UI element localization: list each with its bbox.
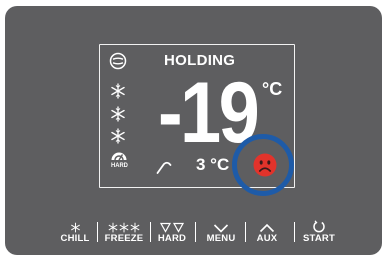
snowflake-icon: [111, 106, 125, 122]
chevron-down-icon: [213, 224, 229, 233]
start-label: START: [303, 233, 335, 244]
compressor-icon: [109, 52, 127, 70]
power-icon: [313, 220, 325, 233]
aux-label: AUX: [256, 233, 278, 244]
main-temperature-unit: °C: [262, 79, 283, 99]
triple-snowflake-icon: [108, 222, 140, 233]
freeze-button[interactable]: FREEZE: [101, 216, 147, 244]
menu-label: MENU: [206, 233, 236, 244]
separator: [150, 222, 152, 242]
start-button[interactable]: START: [298, 216, 340, 244]
chevron-up-icon: [259, 223, 275, 233]
hard-mode-label: HARD: [111, 162, 128, 169]
probe-icon: [156, 161, 172, 174]
separator: [245, 222, 247, 242]
snowflake-icon: [111, 128, 125, 144]
chill-button[interactable]: CHILL: [58, 216, 92, 244]
double-triangle-icon: [160, 222, 184, 233]
chill-label: CHILL: [60, 233, 90, 244]
snowflake-icon: [111, 83, 125, 99]
hard-label: HARD: [157, 233, 187, 244]
separator: [97, 222, 99, 242]
menu-button[interactable]: MENU: [201, 216, 241, 244]
freeze-label: FREEZE: [104, 233, 144, 244]
aux-button[interactable]: AUX: [252, 216, 282, 244]
separator: [195, 222, 197, 242]
probe-temperature: 3 °C: [196, 155, 230, 174]
highlight-ring: [232, 134, 294, 196]
hard-button[interactable]: HARD: [154, 216, 190, 244]
separator: [294, 222, 296, 242]
hard-mode-icon: [111, 152, 127, 161]
snowflake-icon: [70, 222, 80, 233]
